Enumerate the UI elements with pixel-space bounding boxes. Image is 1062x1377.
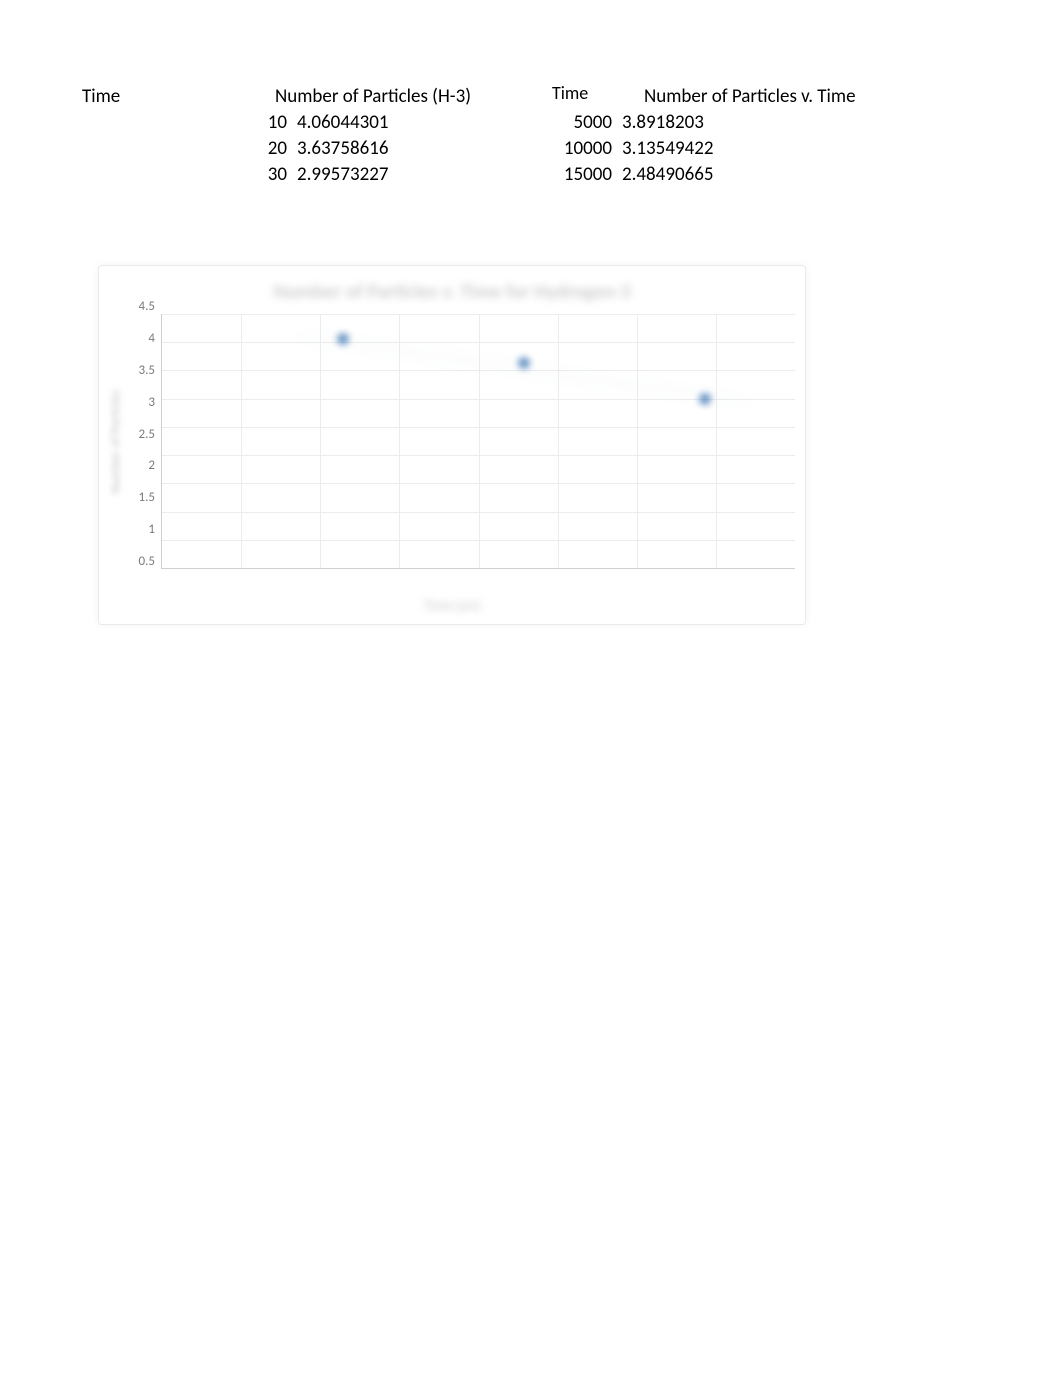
table-row: 5000 3.8918203 [552, 111, 713, 137]
table-h3-header-time: Time [82, 85, 120, 108]
gridline-v [637, 314, 638, 568]
table-time-header-particles: Number of Particles v. Time [644, 85, 856, 108]
gridline-v [320, 314, 321, 568]
plot-outer: Number of Particles 4.5 4 3.5 3 2.5 2 1.… [109, 314, 795, 569]
gridline-v [241, 314, 242, 568]
gridline-v [716, 314, 717, 568]
table-h3-header-particles: Number of Particles (H-3) [275, 85, 471, 108]
table-row: 30 2.99573227 [82, 163, 388, 189]
table-row: 20 3.63758616 [82, 137, 388, 163]
cell-time: 10 [82, 111, 297, 134]
x-axis-label: Time (yrs) [109, 597, 795, 614]
gridline-v [558, 314, 559, 568]
cell-time: 20 [82, 137, 297, 160]
table-row: 10000 3.13549422 [552, 137, 713, 163]
cell-value: 3.13549422 [622, 137, 713, 160]
data-point [337, 333, 349, 345]
gridline-v [399, 314, 400, 568]
table-time-rows: 5000 3.8918203 10000 3.13549422 15000 2.… [552, 111, 713, 189]
cell-time: 10000 [552, 137, 622, 160]
data-point [699, 393, 711, 405]
cell-time: 30 [82, 163, 297, 186]
table-row: 10 4.06044301 [82, 111, 388, 137]
data-tables: Time Number of Particles (H-3) 10 4.0604… [0, 85, 1062, 195]
table-h3: Time Number of Particles (H-3) 10 4.0604… [82, 85, 552, 195]
gridline-v [479, 314, 480, 568]
table-time: Time Number of Particles v. Time 5000 3.… [552, 85, 902, 195]
chart-title: Number of Particles v. Time for Hydrogen… [109, 280, 795, 304]
table-row: 15000 2.48490665 [552, 163, 713, 189]
data-point [518, 357, 530, 369]
page-content: Time Number of Particles (H-3) 10 4.0604… [0, 0, 1062, 625]
cell-value: 2.48490665 [622, 163, 713, 186]
cell-time: 15000 [552, 163, 622, 186]
y-axis-label: Number of Particles [109, 314, 123, 569]
cell-value: 3.63758616 [297, 137, 388, 160]
cell-value: 4.06044301 [297, 111, 388, 134]
chart: Number of Particles v. Time for Hydrogen… [98, 265, 806, 625]
cell-value: 2.99573227 [297, 163, 388, 186]
table-h3-rows: 10 4.06044301 20 3.63758616 30 2.9957322… [82, 111, 388, 189]
cell-value: 3.8918203 [622, 111, 704, 134]
y-axis-ticks: 4.5 4 3.5 3 2.5 2 1.5 1 0.5 [123, 314, 161, 569]
table-time-header-time: Time [552, 82, 588, 104]
plot-area [161, 314, 795, 569]
cell-time: 5000 [552, 111, 622, 134]
